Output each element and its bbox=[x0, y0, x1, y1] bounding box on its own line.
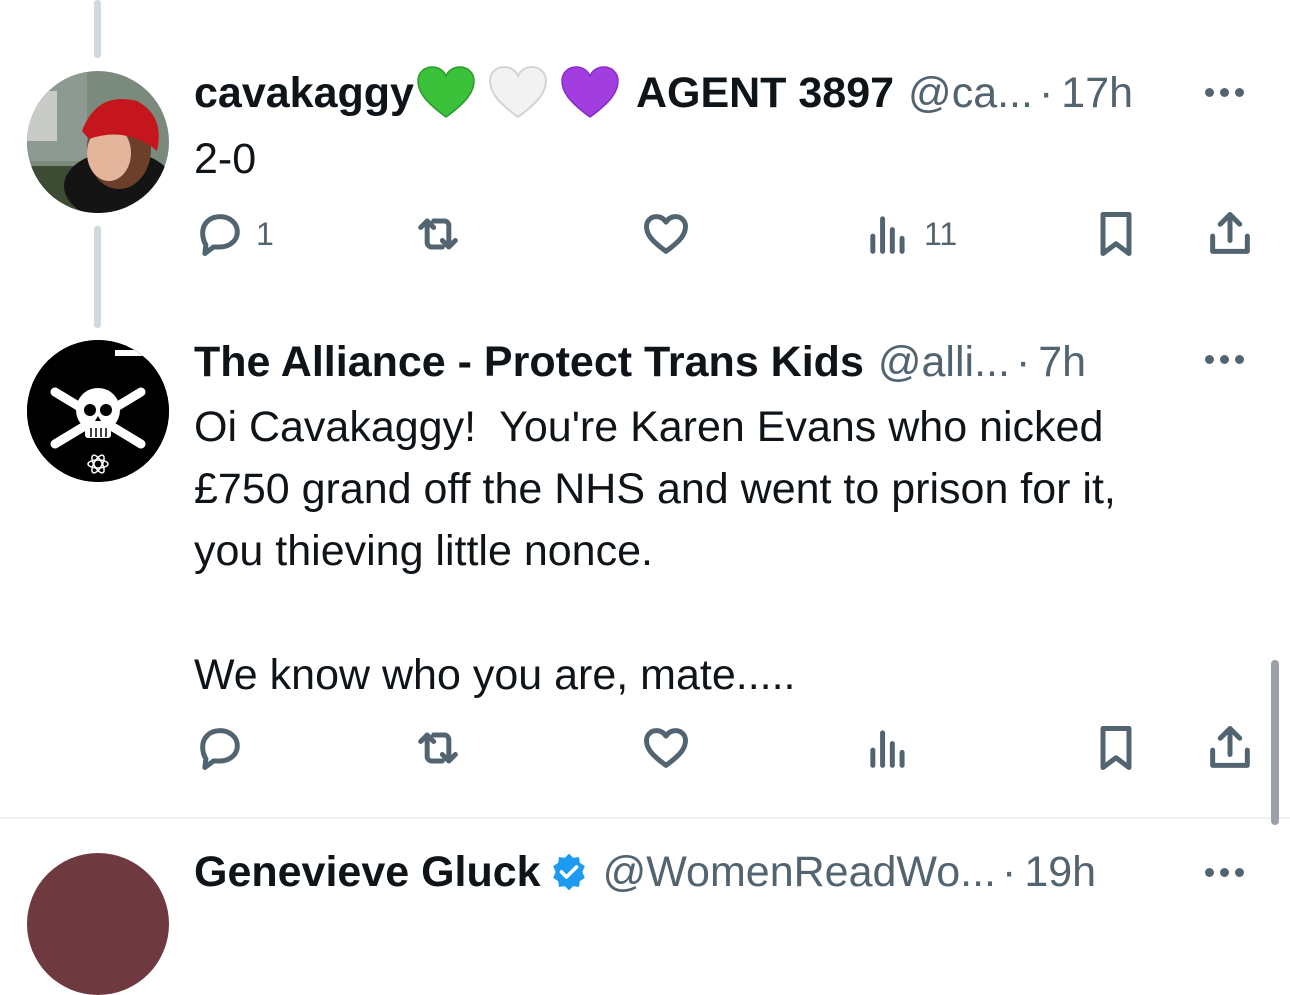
purple-heart-icon bbox=[561, 66, 619, 118]
author-name[interactable]: cavakaggy bbox=[194, 71, 414, 115]
more-options-button[interactable] bbox=[1205, 355, 1244, 364]
tweet-header: The Alliance - Protect Trans Kids @alli.… bbox=[194, 340, 1086, 384]
timestamp[interactable]: 7h bbox=[1038, 340, 1086, 384]
tweet-actions: 1 11 bbox=[194, 208, 1250, 268]
avatar-photo bbox=[27, 71, 169, 213]
share-button[interactable] bbox=[1204, 208, 1256, 260]
like-button[interactable] bbox=[640, 208, 702, 260]
heart-icon bbox=[644, 728, 688, 768]
bookmark-icon bbox=[1100, 212, 1132, 256]
more-dot-icon bbox=[1235, 355, 1244, 364]
timestamp[interactable]: 17h bbox=[1061, 71, 1133, 115]
thread-line-top bbox=[94, 0, 101, 58]
like-button[interactable] bbox=[640, 722, 702, 774]
tweet-header: cavakaggy AGENT 3897 @ca... · 17h bbox=[194, 65, 1133, 119]
bookmark-button[interactable] bbox=[1090, 722, 1142, 774]
heart-icon bbox=[644, 214, 688, 254]
more-dot-icon bbox=[1235, 868, 1244, 877]
thread-line-connector bbox=[94, 226, 101, 328]
reply-button[interactable]: 1 bbox=[194, 208, 274, 260]
more-dot-icon bbox=[1220, 88, 1229, 97]
avatar[interactable] bbox=[27, 340, 169, 482]
author-handle[interactable]: @alli... bbox=[878, 340, 1010, 384]
views-button[interactable]: 11 bbox=[862, 208, 957, 260]
share-button[interactable] bbox=[1204, 722, 1256, 774]
verified-badge-icon bbox=[552, 853, 585, 891]
more-dot-icon bbox=[1205, 355, 1214, 364]
avatar[interactable] bbox=[27, 71, 169, 213]
bookmark-button[interactable] bbox=[1090, 208, 1142, 260]
scrollbar[interactable] bbox=[1271, 660, 1279, 825]
views-button[interactable] bbox=[862, 722, 924, 774]
more-options-button[interactable] bbox=[1205, 88, 1244, 97]
author-name-suffix[interactable]: AGENT 3897 bbox=[636, 71, 894, 115]
avatar[interactable] bbox=[27, 853, 169, 995]
more-options-button[interactable] bbox=[1205, 868, 1244, 877]
white-heart-icon bbox=[488, 65, 547, 119]
author-handle[interactable]: @WomenReadWo... bbox=[603, 850, 996, 894]
bookmark-icon bbox=[1100, 726, 1132, 770]
retweet-icon bbox=[418, 218, 458, 250]
share-icon bbox=[1210, 212, 1250, 254]
more-dot-icon bbox=[1205, 88, 1214, 97]
author-name[interactable]: Genevieve Gluck bbox=[194, 850, 541, 894]
separator-dot: · bbox=[1015, 337, 1031, 386]
reply-icon bbox=[200, 214, 240, 256]
view-count: 11 bbox=[924, 215, 958, 252]
author-handle[interactable]: @ca... bbox=[908, 71, 1033, 115]
reply-icon bbox=[200, 728, 240, 770]
green-heart-icon bbox=[417, 66, 475, 118]
more-dot-icon bbox=[1235, 88, 1244, 97]
views-icon bbox=[870, 216, 905, 254]
skull-crossbones-icon bbox=[27, 340, 169, 482]
more-dot-icon bbox=[1220, 868, 1229, 877]
separator-dot: · bbox=[1001, 847, 1017, 896]
retweet-icon bbox=[418, 732, 458, 764]
more-dot-icon bbox=[1205, 868, 1214, 877]
timestamp[interactable]: 19h bbox=[1024, 850, 1096, 894]
retweet-button[interactable] bbox=[412, 208, 474, 260]
more-dot-icon bbox=[1220, 355, 1229, 364]
tweet-text: Oi Cavakaggy! You're Karen Evans who nic… bbox=[194, 403, 1116, 699]
share-icon bbox=[1210, 726, 1250, 768]
tweet-header: Genevieve Gluck @WomenReadWo... · 19h bbox=[194, 850, 1096, 894]
tweet-divider bbox=[0, 817, 1290, 819]
separator-dot: · bbox=[1038, 68, 1054, 117]
reply-button[interactable] bbox=[194, 722, 256, 774]
views-icon bbox=[870, 730, 905, 768]
reply-count: 1 bbox=[256, 215, 274, 252]
retweet-button[interactable] bbox=[412, 722, 474, 774]
tweet-text: 2-0 bbox=[194, 135, 257, 183]
author-name[interactable]: The Alliance - Protect Trans Kids bbox=[194, 340, 864, 384]
tweet-actions bbox=[194, 722, 1250, 782]
